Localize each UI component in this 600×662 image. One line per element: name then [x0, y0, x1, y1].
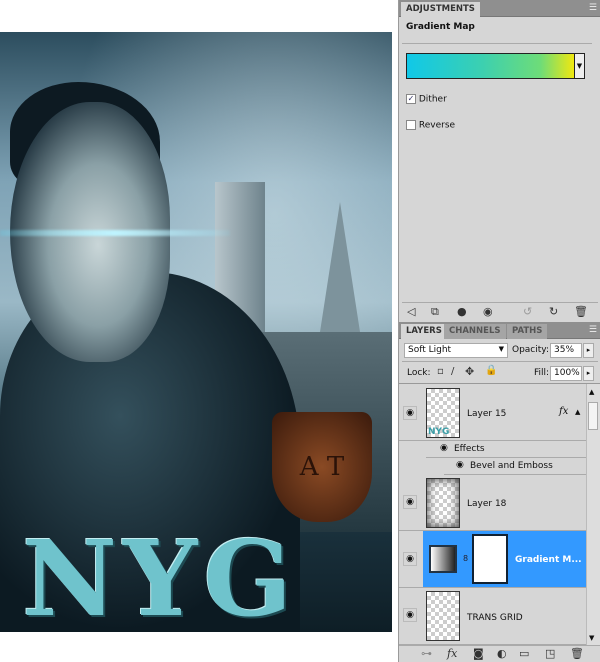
opacity-label: Opacity:: [512, 345, 549, 355]
lock-position-move-icon[interactable]: ✥: [465, 365, 474, 378]
tab-channels[interactable]: CHANNELS: [444, 324, 506, 339]
scroll-thumb[interactable]: [588, 402, 598, 430]
gradient-map-adjustment-icon: [429, 545, 457, 573]
layer-name: Layer 15: [467, 409, 507, 419]
new-group-folder-icon[interactable]: ▭: [519, 647, 529, 660]
panel-menu-icon[interactable]: ☰: [589, 3, 597, 13]
divider: [402, 361, 598, 362]
layer-name: TRANS GRID: [467, 613, 523, 623]
light-beam: [0, 230, 230, 236]
new-layer-icon[interactable]: ◳: [545, 647, 555, 660]
effect-row-bevel-emboss[interactable]: ◉ Bevel and Emboss: [444, 458, 586, 475]
layer-thumbnail: NYG: [426, 388, 460, 438]
visibility-eye-icon[interactable]: ◉: [456, 460, 464, 470]
checkbox-icon[interactable]: ✓: [406, 94, 416, 104]
adjustments-tabbar: ADJUSTMENTS ☰: [399, 0, 600, 17]
delete-layer-trash-icon[interactable]: 🗑: [570, 647, 584, 660]
effects-row[interactable]: ◉ Effects: [426, 441, 586, 458]
dither-label: Dither: [418, 94, 447, 105]
add-mask-icon[interactable]: ◙: [473, 647, 484, 660]
clip-layer-icon[interactable]: ●: [457, 305, 467, 318]
fill-label: Fill:: [534, 368, 550, 378]
reverse-checkbox[interactable]: Reverse: [406, 120, 455, 131]
fill-input[interactable]: 100%: [550, 366, 582, 381]
lock-transparent-icon[interactable]: ▫: [437, 366, 444, 377]
tab-adjustments[interactable]: ADJUSTMENTS: [401, 2, 480, 17]
divider: [402, 302, 598, 303]
effect-label: Bevel and Emboss: [470, 461, 553, 471]
layer-mask-thumbnail[interactable]: [472, 534, 508, 584]
opacity-input[interactable]: 35%: [550, 343, 582, 358]
layer-name: Layer 18: [467, 499, 507, 509]
dither-checkbox[interactable]: ✓ Dither: [406, 94, 447, 105]
tab-paths[interactable]: PATHS: [507, 324, 548, 339]
layers-tabbar: LAYERS CHANNELS PATHS ☰: [399, 322, 600, 339]
lock-all-icon[interactable]: 🔒: [485, 365, 497, 376]
panels: ADJUSTMENTS ☰ Gradient Map ▼ ✓ Dither Re…: [398, 0, 600, 662]
poster-canvas: A T NYG: [0, 32, 392, 632]
poster-title: NYG: [22, 517, 299, 632]
visibility-eye-icon[interactable]: ◉: [403, 552, 417, 566]
fx-icon[interactable]: fx: [559, 406, 568, 417]
blend-mode-value: Soft Light: [408, 345, 452, 355]
chevron-down-icon: ▼: [498, 345, 504, 353]
visibility-eye-icon[interactable]: ◉: [483, 305, 493, 318]
divider: [402, 43, 592, 44]
visibility-eye-icon[interactable]: ◉: [440, 443, 448, 453]
scroll-down-icon[interactable]: ▼: [589, 634, 594, 642]
visibility-eye-icon[interactable]: ◉: [403, 608, 417, 622]
effects-label: Effects: [454, 444, 485, 454]
tab-layers[interactable]: LAYERS: [401, 324, 447, 339]
gradient-dropdown-icon[interactable]: ▼: [574, 54, 584, 78]
link-layers-icon[interactable]: ⊶: [421, 647, 432, 660]
checkbox-icon[interactable]: [406, 120, 416, 130]
gradient-picker[interactable]: ▼: [406, 53, 585, 79]
fill-slider-button[interactable]: ▸: [583, 366, 594, 381]
thumb-text: NYG: [428, 427, 450, 437]
shield-logo: A T: [272, 412, 372, 522]
add-layer-style-fx-icon[interactable]: fx: [447, 647, 457, 660]
adjustment-title: Gradient Map: [406, 22, 475, 32]
scroll-up-icon[interactable]: ▲: [589, 388, 594, 396]
blend-mode-select[interactable]: Soft Light ▼: [404, 343, 508, 358]
link-chain-icon[interactable]: 8: [463, 554, 468, 563]
reverse-label: Reverse: [418, 120, 456, 131]
panel-menu-icon[interactable]: ☰: [589, 325, 597, 335]
visibility-eye-icon[interactable]: ◉: [403, 495, 417, 509]
layer-row-trans-grid[interactable]: ◉ TRANS GRID: [399, 588, 586, 645]
new-adjustment-layer-icon[interactable]: ◐: [497, 647, 507, 660]
lock-paint-brush-icon[interactable]: /: [451, 366, 454, 377]
reset-icon[interactable]: ↻: [549, 305, 558, 318]
layers-footer: ⊶ fx ◙ ◐ ▭ ◳ 🗑: [399, 645, 600, 662]
layer-thumbnail: [426, 478, 460, 528]
layer-row-layer-18[interactable]: ◉ Layer 18: [399, 475, 586, 531]
layer-row-layer-15[interactable]: ◉ NYG Layer 15 fx ▲: [399, 384, 586, 441]
lock-label: Lock:: [407, 368, 431, 378]
layer-name: Gradient M...: [515, 555, 582, 565]
layer-row-gradient-map[interactable]: ◉ 8 Gradient M...: [399, 531, 586, 588]
back-arrow-icon[interactable]: ◁: [407, 305, 415, 318]
visibility-eye-icon[interactable]: ◉: [403, 406, 417, 420]
expand-effects-icon[interactable]: ▲: [575, 408, 580, 416]
trash-icon[interactable]: 🗑: [574, 305, 588, 318]
opacity-slider-button[interactable]: ▸: [583, 343, 594, 358]
expand-view-icon[interactable]: ⧉: [431, 305, 439, 319]
view-previous-icon[interactable]: ↺: [523, 305, 532, 318]
layers-scrollbar[interactable]: ▲ ▼: [586, 384, 600, 645]
layer-thumbnail: [426, 591, 460, 641]
gradient-preview[interactable]: [407, 54, 574, 78]
